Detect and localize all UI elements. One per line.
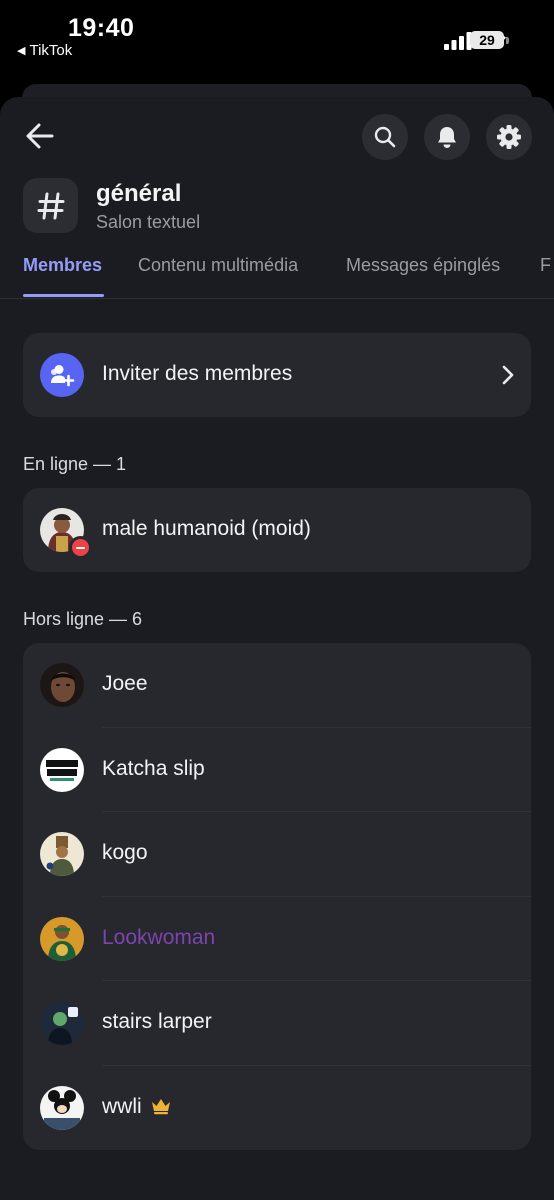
- online-section-title: En ligne — 1: [23, 454, 127, 474]
- invite-members-label: Inviter des membres: [102, 362, 293, 385]
- member-name: wwli: [102, 1095, 172, 1119]
- tab-more[interactable]: F: [540, 255, 551, 276]
- back-arrow-icon[interactable]: [24, 120, 56, 152]
- channel-icon: [23, 178, 78, 233]
- active-tab-indicator: [23, 294, 104, 297]
- member-row[interactable]: male humanoid (moid): [23, 488, 531, 572]
- online-members-card: male humanoid (moid): [23, 488, 531, 572]
- notifications-button[interactable]: [424, 114, 470, 160]
- member-name: Katcha slip: [102, 756, 205, 780]
- member-name: Joee: [102, 672, 148, 695]
- crown-icon: [151, 1098, 170, 1114]
- member-name: Lookwoman: [102, 925, 216, 949]
- avatar: [40, 663, 84, 707]
- member-row[interactable]: Joee: [23, 643, 531, 728]
- add-members-icon: [40, 353, 84, 397]
- bell-icon: [438, 127, 456, 148]
- battery-icon: 29: [470, 31, 504, 49]
- back-to-app-link[interactable]: ◀ TikTok: [17, 42, 72, 59]
- member-name: male humanoid (moid): [102, 517, 311, 540]
- member-row[interactable]: Katcha slip: [23, 728, 531, 812]
- member-row[interactable]: wwli: [23, 1066, 531, 1151]
- avatar: [40, 1001, 84, 1045]
- member-row[interactable]: stairs larper: [23, 981, 531, 1066]
- channel-name: général: [96, 180, 182, 207]
- member-row[interactable]: kogo: [23, 812, 531, 897]
- member-row[interactable]: Lookwoman: [23, 897, 531, 981]
- search-icon: [374, 126, 396, 148]
- offline-section-title: Hors ligne — 6: [23, 609, 143, 629]
- avatar: [40, 1085, 84, 1130]
- tab-bar: Membres Contenu multimédia Messages épin…: [0, 252, 554, 299]
- settings-button[interactable]: [486, 114, 532, 160]
- gear-icon: [497, 125, 521, 149]
- tab-members[interactable]: Membres: [23, 255, 102, 276]
- status-bar: 19:40 ◀ TikTok 29: [0, 0, 554, 80]
- back-app-label: TikTok: [29, 42, 73, 59]
- status-time: 19:40: [68, 14, 135, 42]
- signal-icon: [444, 31, 472, 50]
- member-name-text: wwli: [102, 1094, 142, 1118]
- channel-type: Salon textuel: [96, 212, 201, 232]
- battery-nub: [506, 37, 509, 44]
- invite-members-button[interactable]: Inviter des membres: [23, 333, 531, 417]
- avatar: [40, 916, 84, 961]
- tab-pinned[interactable]: Messages épinglés: [346, 255, 500, 276]
- chevron-right-icon: [502, 365, 514, 385]
- tab-media[interactable]: Contenu multimédia: [138, 255, 298, 276]
- member-name: kogo: [102, 841, 148, 864]
- hashtag-icon: [37, 192, 64, 219]
- back-triangle-icon: ◀: [17, 45, 26, 57]
- avatar: [40, 747, 84, 792]
- search-button[interactable]: [362, 114, 408, 160]
- member-name: stairs larper: [102, 1010, 212, 1033]
- offline-members-card: Joee Katcha slip kogo Lookwoman stairs l…: [23, 643, 531, 1150]
- avatar: [40, 832, 84, 876]
- dnd-status-icon: [69, 536, 92, 559]
